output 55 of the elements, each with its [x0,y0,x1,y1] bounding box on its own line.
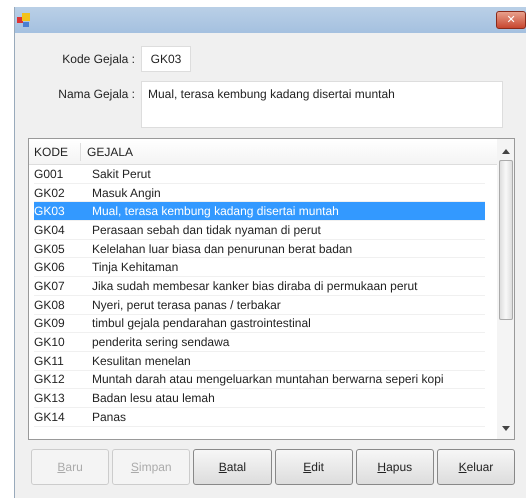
table-cell-text: Masuk Angin [91,184,162,202]
column-header[interactable]: GEJALA [81,142,497,160]
table-cell-text: GK03 [34,203,66,220]
table-cell-text: GK05 [34,240,66,258]
kode-field[interactable]: GK03 [141,46,191,72]
scroll-thumb[interactable] [498,160,512,320]
app-icon [17,13,31,27]
table-cell-text: penderita sering sendawa [91,334,230,352]
action-button[interactable]: Batal [193,449,272,485]
table-row[interactable]: G001 Sakit Perut [34,165,485,184]
scroll-up-icon[interactable] [502,149,510,154]
table-cell-text: GK10 [34,334,66,352]
table-cell-text: GK09 [34,315,66,332]
table-row[interactable]: GK11 Kesulitan menelan [34,352,485,371]
table-row[interactable]: GK12 Muntah darah atau mengeluarkan muntahan berwarna seperi kopi [34,370,485,390]
table-cell-text: Tinja Kehitaman [91,259,180,276]
table-cell-text: GK12 [34,371,66,388]
table-cell-text: GK02 [34,184,66,202]
table-cell-text: GK13 [34,390,66,408]
table-cell-text: Perasaan sebah dan tidak nyaman di perut [91,222,322,239]
column-header[interactable]: KODE [29,142,81,160]
scrollbar[interactable] [497,139,514,439]
table-row[interactable]: GK04 Perasaan sebah dan tidak nyaman di perut [34,221,485,240]
action-button[interactable]: Keluar [436,449,516,485]
table-cell-text: Sakit Perut [91,166,152,183]
scroll-down-icon[interactable] [502,426,510,431]
table-cell-text: Jika sudah membesar kanker bias diraba di permukaan perut [91,278,419,295]
table-cell-text: GK04 [34,222,66,239]
table-row[interactable]: GK08 Nyeri, perut terasa panas / terbakar [34,296,485,314]
table-row[interactable]: GK06 Tinja Kehitaman [34,258,485,278]
table-cell-text: Panas [91,408,128,426]
nama-field[interactable]: Mual, terasa kembung kadang disertai muntah [141,81,503,128]
table-cell-text: Kesulitan menelan [91,352,192,370]
table-cell-text: GK07 [34,278,66,295]
table-cell-text: Mual, terasa kembung kadang disertai muntah [91,203,340,220]
table-cell-text: Badan lesu atau lemah [91,390,216,408]
action-button[interactable]: Hapus [356,449,434,485]
field-label: Nama Gejala : [57,86,136,103]
table-cell-text: GK06 [34,259,66,276]
table-cell-text: Muntah darah atau mengeluarkan muntahan berwarna seperi kopi [91,371,445,388]
table-cell-text: Kelelahan luar biasa dan penurunan berat badan [91,240,354,258]
table-row[interactable]: GK13 Badan lesu atau lemah [34,389,485,408]
table-cell-text: timbul gejala pendarahan gastrointestinal [91,315,312,332]
table-cell-text: GK08 [34,296,66,314]
table-cell-text: GK11 [34,352,65,370]
table-row[interactable]: GK09 timbul gejala pendarahan gastrointestinal [34,314,485,334]
table-cell-text: GK14 [34,408,66,426]
table-row[interactable]: GK07 Jika sudah membesar kanker bias diraba di permukaan perut [34,277,485,296]
action-button[interactable]: Edit [274,449,353,485]
table-row[interactable]: GK05 Kelelahan luar biasa dan penurunan berat badan [34,240,485,258]
table-row[interactable]: GK10 penderita sering sendawa [34,333,485,352]
table-cell-text: Nyeri, perut terasa panas / terbakar [91,296,282,314]
table-cell-text: G001 [34,166,64,183]
field-label: Kode Gejala : [61,51,136,68]
table-row[interactable]: GK14 Panas [34,408,485,427]
